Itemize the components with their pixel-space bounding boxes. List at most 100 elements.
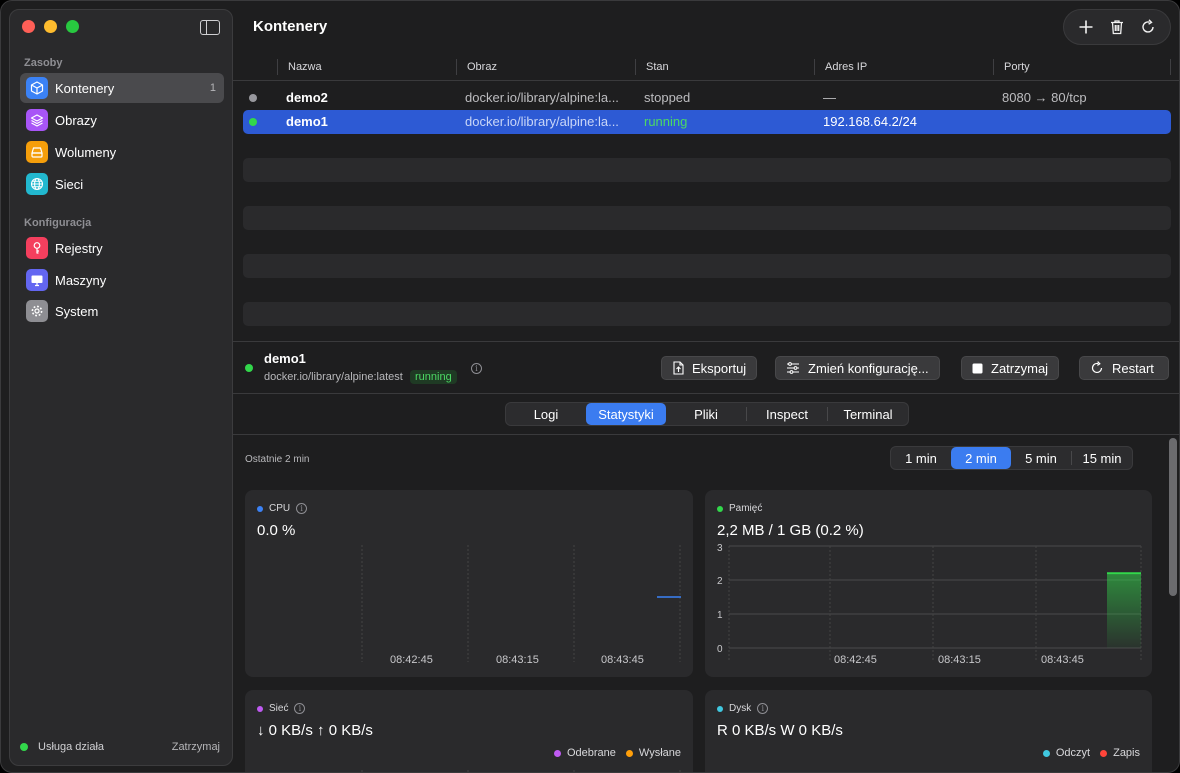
stop-button[interactable]: Zatrzymaj (961, 356, 1060, 380)
row-state: running (644, 114, 688, 129)
section-label-resources: Zasoby (24, 57, 63, 69)
row-ports: 8080 → 80/tcp (1002, 90, 1087, 105)
key-icon (26, 237, 48, 259)
window-controls (22, 20, 79, 33)
delete-button[interactable] (1103, 13, 1131, 41)
sidebar-toggle-icon[interactable] (200, 20, 220, 35)
close-window-button[interactable] (22, 20, 35, 33)
sidebar: Zasoby Kontenery 1 Obrazy Wolumeny Sieci… (9, 9, 233, 766)
info-icon[interactable]: i (757, 703, 769, 714)
memory-y-tick: 3 (717, 543, 723, 554)
detail-container-name: demo1 (264, 351, 306, 366)
divider (233, 341, 1179, 342)
legend-read: Odczyt (1042, 747, 1090, 759)
sidebar-item-system[interactable]: System (20, 296, 224, 326)
cpu-card: CPU i 0.0 % 08:42:45 08:43:15 08:43:45 (245, 490, 693, 677)
memory-y-tick: 2 (717, 576, 723, 587)
sidebar-item-machines[interactable]: Maszyny (20, 265, 224, 295)
zoom-window-button[interactable] (66, 20, 79, 33)
sidebar-item-label: Obrazy (55, 112, 97, 128)
section-label-config: Konfiguracja (24, 217, 92, 229)
detail-status-dot (245, 364, 253, 372)
tab-logs[interactable]: Logi (506, 403, 586, 425)
column-header-name[interactable]: Nazwa (288, 61, 322, 73)
sliders-icon (786, 362, 800, 374)
row-state: stopped (644, 90, 691, 105)
sidebar-item-images[interactable]: Obrazy (20, 105, 224, 135)
sidebar-item-networks[interactable]: Sieci (20, 169, 224, 199)
range-5min[interactable]: 5 min (1011, 447, 1071, 469)
cpu-x-tick: 08:43:45 (601, 654, 644, 666)
status-dot (20, 743, 28, 751)
range-1min[interactable]: 1 min (891, 447, 951, 469)
layers-icon (26, 109, 48, 131)
drive-icon (26, 141, 48, 163)
legend-write: Zapis (1100, 747, 1140, 759)
tab-inspect[interactable]: Inspect (747, 403, 827, 425)
refresh-icon (1142, 19, 1155, 33)
stop-service-button[interactable]: Zatrzymaj (172, 741, 220, 753)
tab-terminal[interactable]: Terminal (828, 403, 908, 425)
sidebar-item-label: Maszyny (55, 272, 107, 288)
detail-tabs: Logi Statystyki Pliki Inspect Terminal (505, 402, 909, 426)
cube-icon (26, 77, 48, 99)
disk-card-title: Dysk i (717, 703, 769, 714)
detail-container-image: docker.io/library/alpine:latest (264, 371, 403, 383)
globe-icon (26, 173, 48, 195)
restart-icon (1090, 361, 1104, 375)
empty-row (243, 254, 1171, 278)
range-15min[interactable]: 15 min (1072, 447, 1132, 469)
restart-button[interactable]: Restart (1079, 356, 1169, 380)
range-label: Ostatnie 2 min (245, 454, 310, 465)
tab-files[interactable]: Pliki (666, 403, 746, 425)
column-header-ip[interactable]: Adres IP (825, 61, 867, 73)
divider (233, 393, 1179, 394)
refresh-button[interactable] (1134, 13, 1162, 41)
memory-x-tick: 08:43:15 (938, 654, 981, 666)
service-status: Usługa działa (20, 741, 104, 753)
row-ip: — (823, 90, 836, 105)
divider (233, 434, 1179, 435)
info-icon[interactable]: i (471, 363, 482, 374)
range-2min[interactable]: 2 min (951, 447, 1011, 469)
column-header-image[interactable]: Obraz (467, 61, 497, 73)
memory-chart: 3 2 1 0 08:42:45 08:43:15 08:43:45 (717, 543, 1142, 666)
stop-icon (972, 363, 983, 374)
memory-x-tick: 08:42:45 (834, 654, 877, 666)
column-header-state[interactable]: Stan (646, 61, 669, 73)
sidebar-item-label: Rejestry (55, 240, 103, 256)
cpu-chart: 08:42:45 08:43:15 08:43:45 (361, 545, 681, 666)
sidebar-item-volumes[interactable]: Wolumeny (20, 137, 224, 167)
main-content: Kontenery Nazwa Obraz Stan Adres IP Port… (233, 1, 1179, 772)
scrollbar[interactable] (1169, 438, 1177, 596)
configure-button[interactable]: Zmień konfigurację... (775, 356, 940, 380)
sidebar-item-containers[interactable]: Kontenery 1 (20, 73, 224, 103)
memory-series-area (1107, 573, 1141, 648)
tab-stats[interactable]: Statystyki (586, 403, 666, 425)
memory-y-tick: 0 (717, 644, 723, 655)
network-card: Sieć i ↓ 0 KB/s ↑ 0 KB/s Odebrane Wysłan… (245, 690, 693, 772)
toolbar (1063, 9, 1171, 45)
table-row-selected[interactable]: demo1 docker.io/library/alpine:la... run… (243, 110, 1171, 134)
status-dot (249, 118, 257, 126)
service-status-text: Usługa działa (38, 741, 105, 753)
network-chart-grid (361, 770, 681, 772)
gear-icon (26, 300, 48, 322)
sidebar-item-label: Kontenery (55, 80, 115, 96)
app-window: Zasoby Kontenery 1 Obrazy Wolumeny Sieci… (0, 0, 1180, 773)
memory-card: Pamięć 2,2 MB / 1 GB (0.2 %) 3 2 1 0 08:… (705, 490, 1152, 677)
sidebar-item-label: Wolumeny (55, 144, 117, 160)
status-dot (249, 94, 257, 102)
trash-icon (1110, 20, 1123, 35)
column-header-ports[interactable]: Porty (1004, 61, 1030, 73)
display-icon (26, 269, 48, 291)
cpu-x-tick: 08:42:45 (390, 654, 433, 666)
minimize-window-button[interactable] (44, 20, 57, 33)
cpu-x-tick: 08:43:15 (496, 654, 539, 666)
add-button[interactable] (1072, 13, 1100, 41)
container-count: 1 (209, 82, 216, 94)
sidebar-item-registries[interactable]: Rejestry (20, 233, 224, 263)
range-selector: 1 min 2 min 5 min 15 min (890, 446, 1133, 470)
table-row[interactable]: demo2 docker.io/library/alpine:la... sto… (243, 86, 1171, 110)
export-button[interactable]: Eksportuj (661, 356, 758, 380)
